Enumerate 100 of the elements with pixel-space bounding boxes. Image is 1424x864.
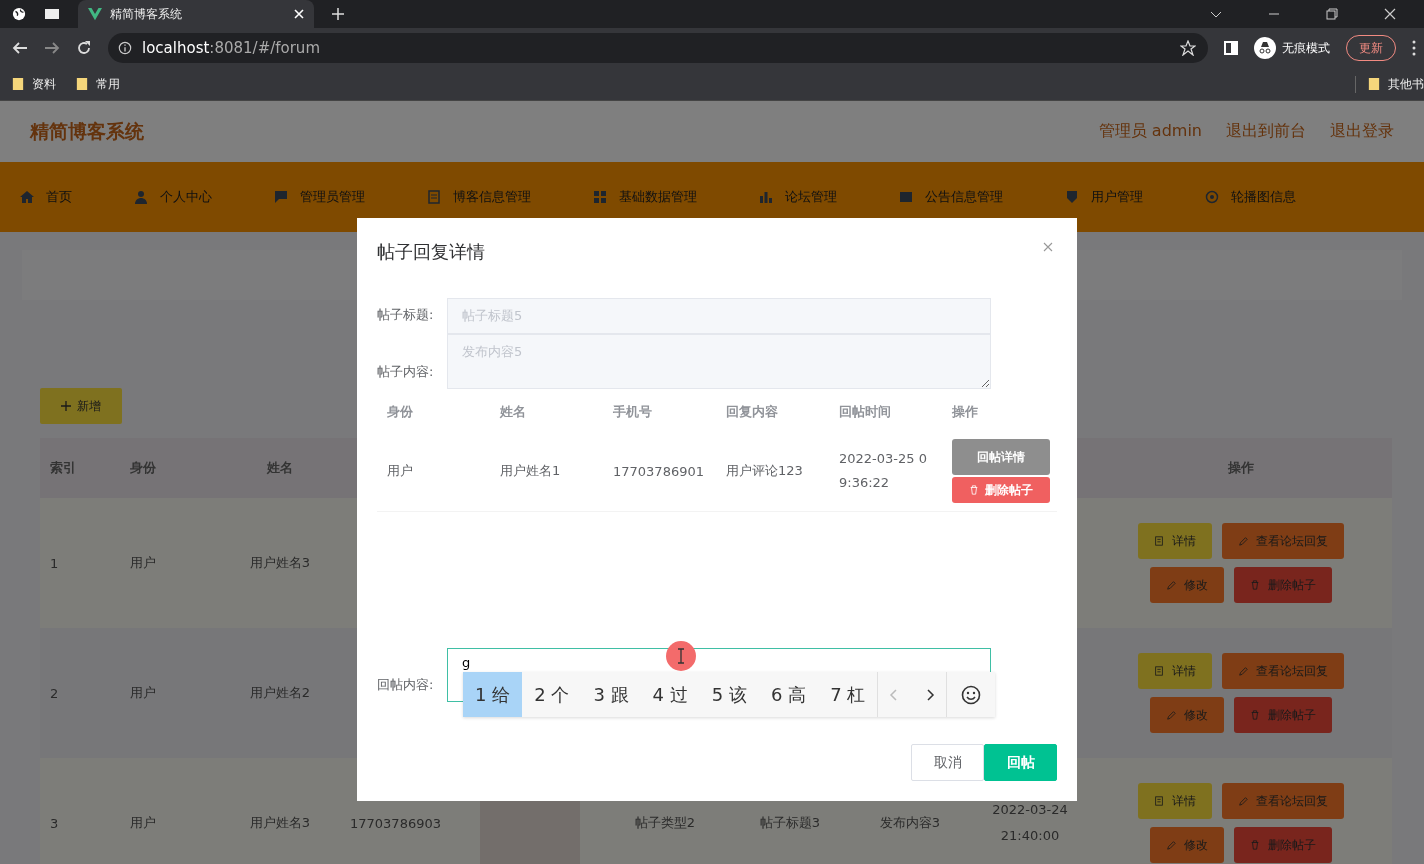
incognito-icon xyxy=(1254,37,1276,59)
table-cell-text: 1 xyxy=(49,555,60,571)
edit-button[interactable]: 修改 xyxy=(1150,697,1224,733)
table-cell-text: 帖子标题3 xyxy=(758,814,822,832)
ime-candidate[interactable]: 6 高 xyxy=(758,672,819,717)
table-cell-text: 2 xyxy=(49,685,60,701)
pencil-icon xyxy=(1166,580,1176,590)
nav-item[interactable]: 博客信息管理 xyxy=(427,188,531,206)
table-cell-text: 用户姓名1 xyxy=(499,462,562,480)
delete-button[interactable]: 删除帖子 xyxy=(1234,567,1332,603)
reload-icon[interactable] xyxy=(76,40,92,56)
pencil-icon xyxy=(1166,710,1176,720)
column-header: 索引 xyxy=(49,459,77,477)
edit-button[interactable]: 修改 xyxy=(1150,567,1224,603)
nav-item[interactable]: 管理员管理 xyxy=(274,188,365,206)
new-tab-icon[interactable] xyxy=(332,8,344,20)
trash-icon xyxy=(969,485,979,495)
person-icon xyxy=(134,190,148,204)
ime-candidate[interactable]: 7 杠 xyxy=(818,672,878,717)
column-header: 手机号 xyxy=(612,403,653,421)
bookmark-item[interactable]: 常用 xyxy=(76,75,120,93)
nav-item[interactable]: 用户管理 xyxy=(1065,188,1143,206)
pencil-icon xyxy=(1238,666,1248,676)
shield-icon xyxy=(1065,190,1079,204)
delete-button[interactable]: 删除帖子 xyxy=(952,477,1050,503)
incognito-profile-button[interactable]: 无痕模式 xyxy=(1254,37,1330,59)
column-header: 身份 xyxy=(386,403,414,421)
detail-button[interactable]: 详情 xyxy=(1138,783,1212,819)
table-cell-text: 用户 xyxy=(129,684,157,702)
view-replies-button[interactable]: 查看论坛回复 xyxy=(1222,653,1344,689)
window-icon[interactable] xyxy=(44,6,60,22)
cancel-button[interactable]: 取消 xyxy=(911,744,984,781)
pencil-icon xyxy=(1238,536,1248,546)
delete-button[interactable]: 删除帖子 xyxy=(1234,697,1332,733)
detail-button[interactable]: 详情 xyxy=(1138,523,1212,559)
document-icon xyxy=(1154,666,1164,676)
field-label: 帖子标题: xyxy=(377,306,435,324)
view-replies-button[interactable]: 查看论坛回复 xyxy=(1222,783,1344,819)
delete-button[interactable]: 删除帖子 xyxy=(1234,827,1332,863)
header-link[interactable]: 退出登录 xyxy=(1330,121,1394,142)
menu-icon[interactable] xyxy=(1412,40,1416,56)
column-header: 回复内容 xyxy=(725,403,779,421)
bookmark-item[interactable]: 其他书 xyxy=(1355,75,1424,93)
reply-submit-button[interactable]: 回帖 xyxy=(984,744,1057,781)
add-button[interactable]: 新增 xyxy=(40,388,122,424)
bookmark-item[interactable]: 资料 xyxy=(12,75,56,93)
nav-item[interactable]: 公告信息管理 xyxy=(899,188,1003,206)
trash-icon xyxy=(1250,710,1260,720)
table-cell-text: 用户 xyxy=(129,814,157,832)
restore-icon[interactable] xyxy=(1326,8,1338,20)
table-cell-text: 发布内容3 xyxy=(878,814,942,832)
nav-item[interactable]: 轮播图信息 xyxy=(1205,188,1296,206)
plus-icon xyxy=(61,401,71,411)
table-cell-text: 2022-03-25 09:36:22 xyxy=(838,450,928,492)
forward-arrow-icon[interactable] xyxy=(44,40,60,56)
table-cell-text: 17703786901 xyxy=(612,463,705,479)
header-link[interactable]: 管理员 admin xyxy=(1098,121,1202,142)
ime-candidate[interactable]: 5 该 xyxy=(699,672,759,717)
star-icon[interactable] xyxy=(1180,40,1196,56)
pencil-icon xyxy=(1238,796,1248,806)
folder-icon xyxy=(12,78,24,90)
table-cell-text: 用户姓名3 xyxy=(248,554,312,572)
table-cell-text: 用户 xyxy=(386,462,414,480)
document-icon xyxy=(1154,796,1164,806)
nav-item[interactable]: 论坛管理 xyxy=(759,188,837,206)
site-title: 精简博客系统 xyxy=(30,118,144,144)
view-replies-button[interactable]: 查看论坛回复 xyxy=(1222,523,1344,559)
ime-candidate[interactable]: 2 个 xyxy=(522,672,582,717)
side-panel-icon[interactable] xyxy=(1224,41,1238,55)
ime-candidate[interactable]: 4 过 xyxy=(640,672,700,717)
dialog-title: 帖子回复详情 xyxy=(377,240,485,264)
document-icon xyxy=(1154,536,1164,546)
table-cell-text: 用户 xyxy=(129,554,157,572)
ime-candidate[interactable]: 1 给 xyxy=(463,672,523,717)
nav-item[interactable]: 首页 xyxy=(20,188,72,206)
nav-item[interactable]: 基础数据管理 xyxy=(593,188,697,206)
back-arrow-icon[interactable] xyxy=(12,40,28,56)
trash-icon xyxy=(1250,580,1260,590)
header-link[interactable]: 退出到前台 xyxy=(1226,121,1306,142)
table-cell-text: 帖子类型2 xyxy=(633,814,697,832)
close-icon[interactable] xyxy=(1384,8,1396,20)
ime-candidate[interactable]: 3 跟 xyxy=(581,672,641,717)
detail-button[interactable]: 详情 xyxy=(1138,653,1212,689)
column-header: 姓名 xyxy=(266,459,294,477)
column-header: 身份 xyxy=(129,459,157,477)
smiley-icon[interactable] xyxy=(961,684,982,705)
browser-tab[interactable]: 精简博客系统 xyxy=(78,0,314,28)
folder-icon xyxy=(1368,78,1380,90)
edit-button[interactable]: 修改 xyxy=(1150,827,1224,863)
folder-icon xyxy=(76,78,88,90)
address-field[interactable]: localhost:8081/#/forum xyxy=(108,33,1208,63)
column-header: 姓名 xyxy=(499,403,527,421)
column-header: 回帖时间 xyxy=(838,403,892,421)
table-cell-text: 用户姓名2 xyxy=(248,684,312,702)
trash-icon xyxy=(1250,840,1260,850)
table-cell-text: 2022-03-24 21:40:00 xyxy=(991,801,1069,845)
chevron-right-icon[interactable] xyxy=(924,688,937,701)
nav-item[interactable]: 个人中心 xyxy=(134,188,212,206)
reply-detail-button[interactable]: 回帖详情 xyxy=(952,439,1050,475)
column-header: 操作 xyxy=(951,403,979,421)
